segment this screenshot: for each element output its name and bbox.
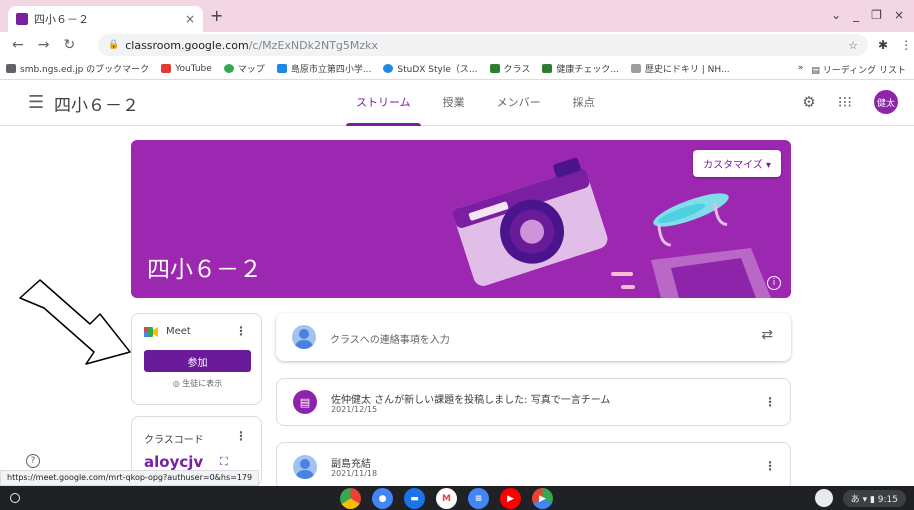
window-controls: ⌄ _ ❐ × [831,8,904,22]
nhk-icon [630,64,641,73]
apps-grid-icon[interactable]: ⁝⁝⁝ [838,93,852,111]
close-window-button[interactable]: × [894,8,904,22]
os-shelf: ● ▬ M ≡ ▶ ▶ あ ▾ ▮ 9:15 [0,486,914,510]
bookmark-star-icon[interactable]: ☆ [848,39,858,52]
address-bar-row: ← → ↻ 🔒 classroom.google.com /c/MzExNDk2… [0,32,914,58]
forward-icon[interactable]: → [38,37,50,53]
link-status-bar: https://meet.google.com/mrt-qkop-opg?aut… [0,470,260,486]
lock-icon[interactable]: 🔒 [108,40,119,50]
youtube-icon [161,64,172,73]
post-title: 佐仲健太 さんが新しい課題を投稿しました: 写真で一言チーム [331,395,611,406]
more-options-icon[interactable]: ⋮ [764,459,776,473]
tab-people[interactable]: メンバー [481,80,557,126]
bookmark-item[interactable]: 島原市立第四小学... [276,62,371,75]
more-options-icon[interactable]: ⋮ [764,395,776,409]
announce-box[interactable]: クラスへの連絡事項を入力 ⇄ [276,313,791,361]
url-path: /c/MzExNDk2NTg5Mzkx [248,38,379,52]
post-date: 2021/11/18 [331,469,378,478]
assignment-icon: ▤ [293,390,317,414]
stream-post[interactable]: 副島充結 2021/11/18 ⋮ [276,442,791,490]
avatar[interactable]: 健太 [874,90,898,114]
classroom-favicon-icon [16,13,28,25]
launcher-icon[interactable] [10,493,20,503]
class-banner: カスタマイズ ▾ 四小６－２ i [131,140,791,298]
bookmark-item[interactable]: マップ [223,62,265,75]
youtube-icon[interactable]: ▶ [500,488,521,509]
tab-grades[interactable]: 採点 [557,80,611,126]
sheets-icon [542,64,553,73]
clock: 9:15 [877,494,898,505]
class-code-label: クラスコード [144,435,204,446]
extensions-icon[interactable]: ✱ [878,38,888,52]
battery-icon: ▮ [869,494,878,505]
maximize-button[interactable]: ❐ [871,8,882,22]
assistant-icon[interactable]: ● [372,488,393,509]
reading-list-button[interactable]: ▤ リーディング リスト [811,63,906,76]
bookmark-item[interactable]: クラス [489,62,530,75]
meet-card: Meet ⋮ 参加 ◎ 生徒に表示 [131,313,262,405]
system-tray[interactable]: あ ▾ ▮ 9:15 [842,489,906,507]
bookmark-item[interactable]: smb.ngs.ed.jp のブックマーク [6,62,149,75]
files-icon[interactable]: ▬ [404,488,425,509]
reload-icon[interactable]: ↻ [63,37,75,53]
browser-tab[interactable]: 四小６－２ × [8,6,203,32]
docs-icon[interactable]: ≡ [468,488,489,509]
url-field[interactable]: 🔒 classroom.google.com /c/MzExNDk2NTg5Mz… [98,34,868,56]
pointer-arrow-annotation [19,279,131,365]
banner-title: 四小６－２ [147,257,262,283]
user-avatar [293,455,317,479]
user-avatar [292,325,316,349]
post-date: 2021/12/15 [331,405,378,414]
play-store-icon[interactable]: ▶ [532,488,553,509]
bookmark-item[interactable]: 健康チェック... [542,62,619,75]
school-site-icon [276,64,287,73]
class-tabs: ストリーム 授業 メンバー 採点 [340,80,611,126]
tab-title: 四小６－２ [34,13,89,26]
page-title[interactable]: 四小６－２ [54,91,139,116]
repost-icon[interactable]: ⇄ [761,327,773,343]
visible-to-students-label: ◎ 生徒に表示 [172,379,223,388]
post-title: 副島充結 [331,459,371,470]
reading-list-icon: ▤ [811,66,823,76]
chrome-icon[interactable] [340,488,361,509]
tab-classwork[interactable]: 授業 [427,80,481,126]
tab-search-icon[interactable]: ⌄ [831,8,841,22]
tab-stream[interactable]: ストリーム [340,80,427,126]
bookmarks-bar: smb.ngs.ed.jp のブックマーク YouTube マップ 島原市立第四… [0,58,914,80]
announce-placeholder[interactable]: クラスへの連絡事項を入力 [330,331,450,346]
bookmark-item[interactable]: 歴史にドキリ | NH... [630,62,730,75]
minimize-button[interactable]: _ [853,8,859,22]
browser-menu-icon[interactable]: ⋮ [900,38,912,52]
more-bookmarks-icon[interactable]: » [798,63,804,76]
info-icon[interactable]: i [767,276,781,290]
ime-indicator: あ [850,494,860,505]
user-tray-avatar[interactable] [814,489,833,507]
fullscreen-icon[interactable]: ⛶ [220,455,228,469]
class-code-value: aloycjv [144,453,204,471]
stream-post[interactable]: ▤ 佐仲健太 さんが新しい課題を投稿しました: 写真で一言チーム 2021/12… [276,378,791,426]
back-icon[interactable]: ← [12,37,24,53]
meet-label: Meet [166,326,191,337]
wifi-icon: ▾ [862,494,870,505]
more-options-icon[interactable]: ⋮ [235,429,247,443]
browser-tab-strip: 四小６－２ × + ⌄ _ ❐ × [0,0,914,32]
gmail-icon[interactable]: M [436,488,457,509]
help-icon[interactable]: ? [26,454,40,468]
more-options-icon[interactable]: ⋮ [235,324,247,338]
studx-icon [383,64,394,73]
join-meet-button[interactable]: 参加 [144,350,251,372]
classroom-icon [489,64,500,73]
maps-icon [223,64,234,73]
customize-button[interactable]: カスタマイズ ▾ [693,150,781,177]
settings-gear-icon[interactable]: ⚙ [802,93,815,111]
meet-icon [144,326,158,337]
bookmark-item[interactable]: YouTube [161,64,212,74]
bookmark-item[interactable]: StuDX Style（ス... [383,62,478,75]
new-tab-button[interactable]: + [210,6,223,25]
tab-close-icon[interactable]: × [185,12,195,26]
hamburger-menu-icon[interactable]: ☰ [28,92,44,113]
classroom-header: ☰ 四小６－２ ストリーム 授業 メンバー 採点 ⚙ ⁝⁝⁝ 健太 [0,80,914,126]
url-host: classroom.google.com [125,38,249,52]
bookmark-folder-icon [6,64,16,73]
